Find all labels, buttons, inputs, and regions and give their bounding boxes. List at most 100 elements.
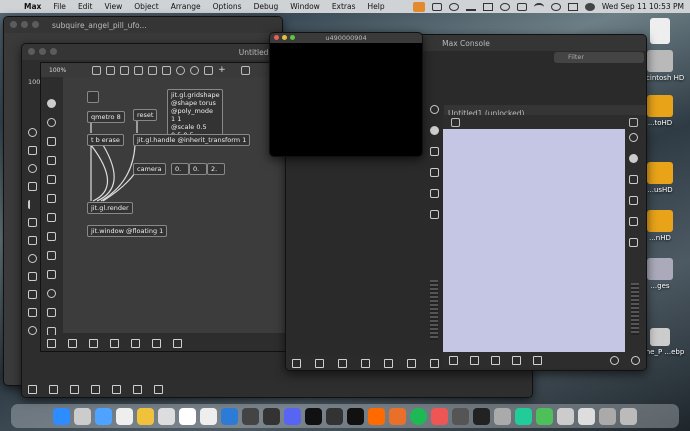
key-icon[interactable] [28,236,37,245]
lock-icon[interactable] [449,355,458,365]
speech-icon[interactable] [338,359,347,368]
help-button[interactable] [190,65,200,75]
vlc-icon[interactable] [389,407,406,425]
menu-file[interactable]: File [47,2,72,11]
new-message-button[interactable] [120,65,130,75]
camera-icon[interactable] [28,218,37,227]
object-gl-render[interactable]: jit.gl.render [87,202,133,214]
chrome-icon[interactable] [137,407,154,425]
object-gl-handle[interactable]: jit.gl.handle @inherit_transform 1 [133,134,251,146]
calendar-icon[interactable] [116,407,133,425]
sliders-icon[interactable] [430,210,439,219]
alert-icon[interactable] [47,289,56,298]
play-icon[interactable] [28,272,37,281]
menu-help[interactable]: Help [362,2,391,11]
wrench-icon[interactable] [47,251,56,260]
presentation-icon[interactable] [315,359,324,368]
finder-icon[interactable] [53,407,70,425]
lock-icon[interactable] [47,338,56,348]
spotify-icon[interactable] [410,407,427,425]
speech-icon[interactable] [89,338,98,348]
close-button[interactable] [274,35,279,40]
discord-icon[interactable] [284,407,301,425]
calendar-date-icon[interactable] [158,407,175,425]
new-object-button[interactable] [106,65,116,75]
soundcloud-icon[interactable] [368,407,385,425]
console-filter-input[interactable]: Filter [554,52,644,63]
bolt-icon[interactable] [47,308,56,317]
presentation-icon[interactable] [470,355,479,365]
menu-object[interactable]: Object [128,2,164,11]
live-icon[interactable] [326,407,343,425]
link-icon[interactable] [28,254,37,263]
search-icon[interactable] [430,105,439,114]
presentation-icon[interactable] [49,384,58,394]
sliders-icon[interactable] [629,238,638,247]
max-status-icon[interactable] [412,1,425,12]
menu-debug[interactable]: Debug [248,2,285,11]
layout-icon[interactable] [131,338,140,348]
list-icon[interactable] [430,168,439,177]
book-icon[interactable] [430,147,439,156]
brackets-icon[interactable] [47,270,56,279]
preview-icon[interactable] [557,407,574,425]
grid-icon[interactable] [112,384,121,394]
grid-icon[interactable] [28,146,37,155]
ableton-icon[interactable] [263,407,280,425]
cube-icon[interactable] [482,2,493,11]
close-button[interactable] [28,48,35,55]
add-icon[interactable]: + [218,65,226,75]
menu-extras[interactable]: Extras [326,2,362,11]
hand-icon[interactable] [512,355,521,365]
speech-icon[interactable] [491,355,500,365]
menu-view[interactable]: View [98,2,128,11]
zoom-button[interactable] [290,35,295,40]
slider-button[interactable] [204,65,214,75]
pen-tool-icon[interactable] [242,407,259,425]
minimize-button[interactable] [21,21,28,28]
menu-app-max[interactable]: Max [18,2,47,11]
target-icon[interactable] [47,118,56,127]
bang-object[interactable] [87,91,99,103]
lock-icon[interactable] [28,384,37,394]
table-icon[interactable] [173,338,182,348]
midi-icon[interactable] [305,407,322,425]
paint-icon[interactable] [451,117,460,127]
object-dot-icon[interactable] [47,99,56,108]
trash-icon[interactable] [620,407,637,425]
number-button[interactable] [162,65,172,75]
grid-icon[interactable] [533,355,542,365]
message-reset[interactable]: reset [133,109,158,121]
patcher-lock-button[interactable] [92,65,102,75]
number-box-3[interactable]: 2. [207,163,225,175]
dial-button[interactable] [176,65,186,75]
github-icon[interactable] [452,407,469,425]
table-icon[interactable] [430,359,439,368]
book-icon[interactable] [629,175,638,184]
activity-monitor-icon[interactable] [515,407,532,425]
table-icon[interactable] [154,384,163,394]
number-icon[interactable] [47,213,56,222]
jit-window-titlebar[interactable]: u490000904 [270,33,422,43]
launchpad-icon[interactable] [74,407,91,425]
display-icon[interactable] [431,2,442,11]
bars-icon[interactable] [47,175,56,184]
menu-options[interactable]: Options [207,2,248,11]
colorsync-icon[interactable] [431,407,448,425]
mail-icon[interactable] [95,407,112,425]
battery-icon[interactable] [516,2,527,11]
list-icon[interactable] [629,117,638,127]
untitled1-canvas[interactable] [443,129,625,352]
search-icon[interactable] [550,2,561,11]
control-center-icon[interactable] [567,2,578,11]
close-object-button[interactable] [134,65,144,75]
power-icon[interactable] [631,355,640,365]
lock-icon[interactable] [292,359,301,368]
utility-icon[interactable] [494,407,511,425]
menu-window[interactable]: Window [284,2,326,11]
notion-icon[interactable] [179,407,196,425]
number-box-2[interactable]: 0. [189,163,207,175]
zoom-button[interactable] [32,21,39,28]
object-qmetro[interactable]: qmetro 8 [87,111,125,123]
scroll-icon[interactable] [448,2,459,11]
